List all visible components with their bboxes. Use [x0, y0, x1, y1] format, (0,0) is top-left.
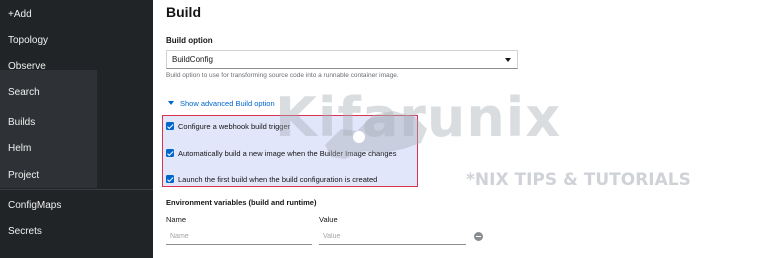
env-value-header: Value [319, 215, 338, 224]
env-vars-title: Environment variables (build and runtime… [166, 198, 317, 207]
sidebar-item-configmaps[interactable]: ConfigMaps [8, 200, 61, 212]
build-option-label: Build option [166, 36, 213, 45]
build-option-helper: Build option to use for transforming sou… [166, 72, 399, 79]
build-option-value: BuildConfig [172, 55, 213, 64]
launch-first-build-label: Launch the first build when the build co… [178, 175, 378, 184]
caret-down-icon [505, 58, 511, 62]
sidebar-item-project[interactable]: Project [8, 170, 39, 182]
remove-icon[interactable] [474, 232, 483, 241]
sidebar-item-observe[interactable]: Observe [8, 61, 46, 73]
webhook-trigger-checkbox[interactable] [166, 122, 174, 130]
image-change-checkbox[interactable] [166, 149, 174, 157]
sidebar-item-secrets[interactable]: Secrets [8, 226, 42, 238]
sidebar-divider [0, 189, 153, 190]
launch-first-build-checkbox[interactable] [166, 175, 174, 183]
env-name-header: Name [166, 215, 187, 224]
advanced-build-toggle-label: Show advanced Build option [180, 99, 275, 108]
env-value-input[interactable] [319, 229, 466, 245]
caret-down-icon [168, 101, 174, 105]
env-name-input[interactable] [166, 229, 312, 245]
build-option-select[interactable]: BuildConfig [166, 50, 518, 69]
image-change-label: Automatically build a new image when the… [178, 149, 397, 158]
webhook-trigger-label: Configure a webhook build trigger [178, 122, 291, 131]
sidebar-item-search[interactable]: Search [8, 87, 40, 99]
sidebar-item-builds[interactable]: Builds [8, 117, 35, 129]
sidebar-item-topology[interactable]: Topology [8, 35, 48, 47]
main-content: Build Build option BuildConfig Build opt… [153, 0, 768, 258]
sidebar: +Add Topology Observe Search Builds Helm… [0, 0, 153, 258]
sidebar-item-helm[interactable]: Helm [8, 143, 31, 155]
sidebar-item-add[interactable]: +Add [8, 9, 32, 21]
page-title: Build [166, 4, 201, 20]
